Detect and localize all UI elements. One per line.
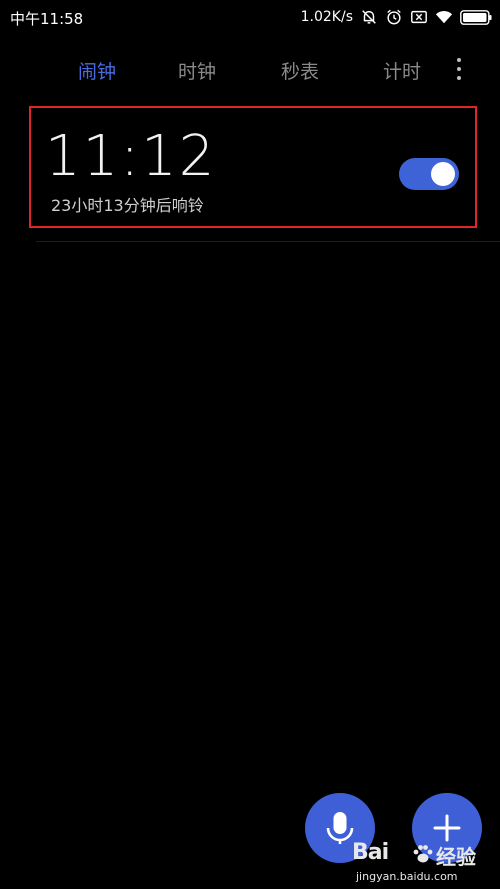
status-icons: 1.02K/s	[301, 7, 492, 27]
watermark-logo: Bai	[352, 840, 389, 865]
watermark-url: jingyan.baidu.com	[356, 870, 458, 883]
tab-clock[interactable]: 时钟	[178, 57, 216, 84]
wifi-icon	[435, 8, 453, 26]
network-speed: 1.02K/s	[300, 9, 353, 25]
baidu-jingyan-watermark: Bai 经验 jingyan.baidu.com	[352, 840, 497, 886]
status-time: 中午11:58	[10, 10, 84, 28]
status-bar: 中午11:58 1.02K/s	[0, 0, 500, 34]
alarm-toggle[interactable]	[399, 158, 459, 190]
divider	[36, 241, 500, 242]
alarm-item[interactable]: 11:12 23小时13分钟后响铃	[29, 106, 477, 228]
sim-x-icon	[410, 8, 428, 26]
alarm-clock-icon	[385, 8, 403, 26]
toggle-knob	[431, 162, 455, 186]
battery-icon	[460, 9, 492, 25]
alarm-countdown: 23小时13分钟后响铃	[51, 196, 204, 215]
paw-icon	[413, 845, 433, 863]
tab-stopwatch[interactable]: 秒表	[281, 57, 319, 84]
tab-alarm[interactable]: 闹钟	[78, 57, 116, 84]
tab-bar: 闹钟 时钟 秒表 计时	[0, 52, 500, 88]
alarm-time: 11:12	[45, 124, 217, 189]
mute-bell-icon	[360, 8, 378, 26]
watermark-name: 经验	[436, 845, 476, 869]
tab-timer[interactable]: 计时	[383, 57, 421, 84]
more-vertical-icon[interactable]	[449, 56, 469, 84]
